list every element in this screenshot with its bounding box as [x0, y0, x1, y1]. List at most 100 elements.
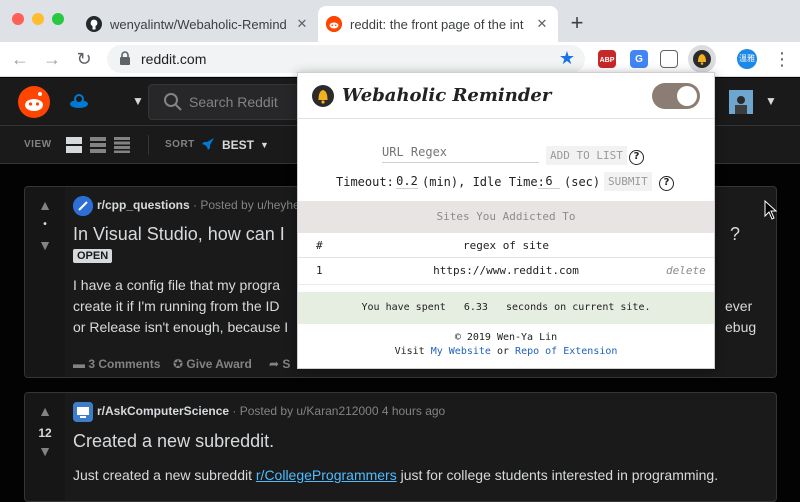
back-icon[interactable]: ←: [8, 47, 32, 71]
body-text: Just created a new subreddit: [73, 467, 256, 483]
url-regex-input[interactable]: [382, 141, 539, 163]
close-tab-icon[interactable]: ✕: [294, 16, 310, 32]
adblock-icon[interactable]: ABP: [598, 50, 616, 68]
submit-button[interactable]: SUBMIT: [604, 172, 652, 191]
or-text: or: [496, 346, 510, 357]
post-body: Just created a new subreddit r/CollegePr…: [73, 465, 718, 486]
reload-icon[interactable]: ↻: [72, 47, 96, 71]
award-icon: ✪: [173, 357, 184, 371]
repo-link[interactable]: Repo of Extension: [515, 346, 617, 357]
sort-value: BEST: [222, 138, 255, 152]
translate-label: G: [635, 54, 643, 65]
subreddit-link[interactable]: r/cpp_questions: [97, 198, 190, 212]
card-view-icon[interactable]: [66, 137, 82, 153]
mouse-cursor-icon: [764, 199, 778, 225]
profile-icon[interactable]: 溫雅: [737, 49, 757, 69]
posted-by: · Posted by u/Karan212000 4 hours ago: [232, 404, 446, 418]
user-menu-chevron-icon[interactable]: ▼: [765, 94, 777, 108]
tab-github[interactable]: wenyalintw/Webaholic-Remind ✕: [78, 6, 318, 42]
view-label: VIEW: [24, 139, 52, 150]
timeout-field[interactable]: 0.2: [396, 174, 418, 189]
footer-links: Visit My Website or Repo of Extension: [298, 345, 714, 359]
help-icon[interactable]: ?: [659, 176, 674, 191]
cast-icon[interactable]: [660, 50, 678, 68]
spent-value: 6.33: [463, 302, 488, 313]
post-meta: r/cpp_questions · Posted by u/heyhe: [97, 198, 300, 212]
tab-reddit[interactable]: reddit: the front page of the int ✕: [318, 6, 558, 42]
downvote-icon[interactable]: ▼: [37, 443, 53, 459]
post-title[interactable]: Created a new subreddit.: [73, 431, 274, 452]
vote-column: ▲ • ▼: [25, 187, 65, 377]
subreddit-avatar[interactable]: [73, 402, 93, 422]
reddit-icon: [326, 16, 342, 32]
minimize-window-button[interactable]: [32, 13, 44, 25]
downvote-icon[interactable]: ▼: [37, 237, 53, 253]
post-card[interactable]: ▲ 12 ▼ r/AskComputerScience · Posted by …: [24, 392, 777, 502]
enable-toggle[interactable]: [652, 83, 700, 109]
share-label: S: [282, 357, 291, 371]
upvote-icon[interactable]: ▲: [37, 197, 53, 213]
translate-icon[interactable]: G: [630, 50, 648, 68]
reddit-logo-icon[interactable]: [18, 86, 50, 118]
timeout-label: Timeout:: [336, 175, 394, 189]
give-award-button[interactable]: ✪ Give Award: [173, 357, 252, 371]
adblock-label: ABP: [599, 57, 615, 64]
add-to-list-button[interactable]: ADD TO LIST: [546, 146, 627, 165]
post-body-right: ever ebug: [725, 296, 756, 338]
post-title[interactable]: In Visual Studio, how can I: [73, 224, 285, 245]
time-spent-bar: You have spent 6.33 seconds on current s…: [298, 292, 714, 324]
popup-footer: © 2019 Wen-Ya Lin Visit My Website or Re…: [298, 331, 714, 359]
body-line: or Release isn't enough, because I: [73, 319, 289, 335]
address-bar[interactable]: reddit.com ★: [107, 45, 585, 73]
tab-title: wenyalintw/Webaholic-Remind: [110, 16, 287, 32]
visit-text: Visit: [394, 346, 425, 357]
comments-button[interactable]: ▬ 3 Comments: [73, 357, 160, 371]
webaholic-reminder-icon[interactable]: [688, 45, 716, 73]
toggle-knob: [677, 86, 697, 106]
upvote-icon[interactable]: ▲: [37, 403, 53, 419]
maximize-window-button[interactable]: [52, 13, 64, 25]
vote-count: •: [43, 219, 47, 230]
idle-time-field[interactable]: 6: [538, 174, 560, 189]
popup-title: Webaholic Reminder: [342, 85, 552, 106]
comments-label: 3 Comments: [88, 357, 161, 371]
tab-title: reddit: the front page of the int: [350, 16, 524, 32]
webaholic-popup: Webaholic Reminder ADD TO LIST ? Timeout…: [297, 72, 715, 369]
comment-icon: ▬: [73, 357, 85, 371]
body-line: create it if I'm running from the ID: [73, 298, 280, 314]
search-input[interactable]: Search Reddit: [148, 84, 298, 120]
search-placeholder: Search Reddit: [189, 94, 278, 110]
classic-view-icon[interactable]: [90, 137, 106, 153]
col-regex-header: regex of site: [462, 239, 550, 252]
chevron-down-icon: ▼: [260, 140, 269, 150]
website-link[interactable]: My Website: [431, 346, 491, 357]
chevron-down-icon[interactable]: ▼: [132, 94, 144, 108]
spent-suffix: seconds on current site.: [506, 302, 651, 313]
post-body: I have a config file that my progra crea…: [73, 275, 288, 338]
body-line: ever: [725, 298, 753, 314]
subreddit-link[interactable]: r/CollegeProgrammers: [256, 467, 397, 483]
share-button[interactable]: ➦ S: [269, 357, 290, 371]
table-row: 1 https://www.reddit.com delete: [298, 258, 714, 285]
new-tab-button[interactable]: +: [566, 10, 588, 36]
subreddit-avatar[interactable]: [73, 196, 93, 216]
home-feed-icon[interactable]: [68, 90, 90, 112]
avatar[interactable]: [729, 90, 753, 114]
sites-section-header: Sites You Addicted To: [298, 201, 714, 233]
subreddit-link[interactable]: r/AskComputerScience: [97, 404, 229, 418]
forward-icon[interactable]: →: [40, 47, 64, 71]
post-meta: r/AskComputerScience · Posted by u/Karan…: [97, 404, 445, 418]
post-title-end: ?: [730, 224, 741, 244]
compact-view-icon[interactable]: [114, 137, 130, 153]
body-line: I have a config file that my progra: [73, 277, 280, 293]
help-icon[interactable]: ?: [629, 150, 644, 165]
search-icon: [163, 92, 183, 117]
delete-link[interactable]: delete: [666, 264, 706, 277]
body-text: just for college students interested in …: [396, 467, 719, 483]
close-window-button[interactable]: [12, 13, 24, 25]
close-tab-icon[interactable]: ✕: [534, 16, 550, 32]
menu-kebab-icon[interactable]: ⋮: [770, 47, 794, 71]
lock-icon: [119, 51, 131, 70]
idle-unit: (sec): [564, 175, 601, 189]
bookmark-star-icon[interactable]: ★: [559, 48, 575, 69]
